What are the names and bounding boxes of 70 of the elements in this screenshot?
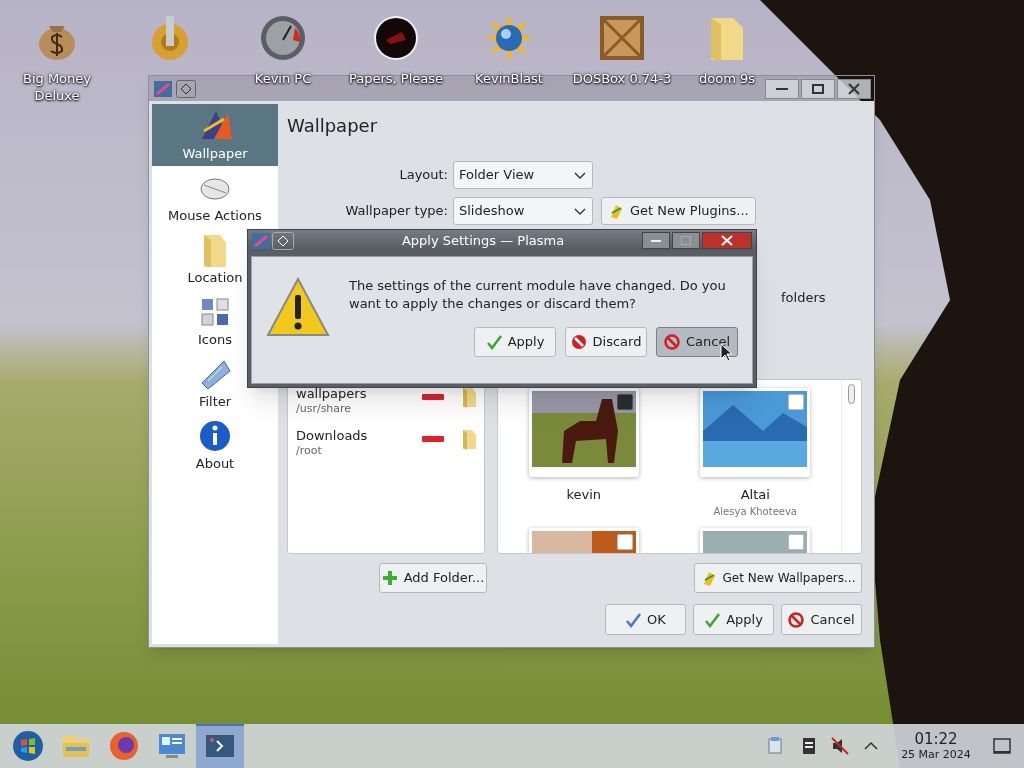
pin-icon[interactable] (272, 231, 294, 250)
field-label: Layout: (398, 166, 449, 185)
cancel-button[interactable]: Cancel (781, 604, 862, 635)
folder-name[interactable]: wallpapers (296, 385, 422, 402)
close-button[interactable] (702, 232, 752, 249)
get-plugins-button[interactable]: Get New Plugins... (601, 197, 756, 225)
horse-photo[interactable] (531, 391, 636, 467)
dropdown[interactable]: Folder View (453, 161, 593, 189)
folder-icon[interactable] (460, 387, 476, 409)
get-wallpapers-button[interactable]: Get New Wallpapers... (694, 563, 862, 593)
maximize-button[interactable] (672, 232, 700, 249)
checkbox[interactable] (788, 534, 805, 550)
close-button[interactable] (837, 78, 871, 99)
sidebar-item[interactable]: Mouse Actions (152, 166, 278, 228)
minimize-button[interactable] (765, 78, 799, 99)
add-folder-button[interactable]: Add Folder... (379, 563, 487, 593)
muted-speaker-icon[interactable] (830, 736, 850, 756)
ok-button[interactable]: OK (605, 604, 686, 635)
close-icon (848, 82, 860, 95)
sidebar-item[interactable]: Wallpaper (152, 104, 278, 166)
maximize-button[interactable] (801, 78, 835, 99)
check-icon (625, 611, 642, 628)
close-icon (721, 235, 733, 246)
minimize-icon (776, 87, 788, 90)
apply-button[interactable]: Apply (693, 604, 774, 635)
folder-name[interactable]: Downloads (296, 427, 422, 444)
crate-icon[interactable] (598, 14, 646, 62)
check-icon (485, 334, 502, 350)
sun-globe-icon[interactable] (485, 14, 533, 62)
cancel-icon (788, 611, 805, 628)
start-orb-icon (12, 730, 44, 762)
download-icon (608, 203, 624, 219)
wallpaper-author: Alesya Khoteeva (713, 505, 797, 518)
gauge-icon[interactable] (259, 14, 307, 62)
check-icon (704, 611, 721, 628)
discard-icon (570, 334, 587, 350)
folder-path: /root (296, 444, 323, 458)
clock[interactable]: 01:22 25 Mar 2024 (888, 731, 984, 761)
clipboard-icon[interactable] (766, 736, 784, 756)
maximize-icon (681, 236, 691, 245)
dropdown[interactable]: Slideshow (453, 197, 593, 225)
discard-button[interactable]: Discard (565, 327, 647, 357)
option-label: folders (781, 290, 826, 305)
minimize-button[interactable] (642, 232, 670, 249)
taskbar-app[interactable] (196, 724, 244, 768)
browser-icon (108, 730, 140, 762)
warning-icon (266, 277, 330, 337)
scrollbar-thumb[interactable] (848, 384, 855, 404)
remove-icon[interactable] (422, 391, 444, 403)
maximize-icon (812, 83, 824, 94)
field-label: Wallpaper type: (344, 202, 449, 221)
info-icon (198, 418, 232, 453)
wallpaper-name: Altai (740, 486, 770, 503)
plus-icon (381, 570, 398, 586)
show-desktop-icon[interactable] (992, 736, 1012, 756)
minimize-icon (651, 239, 661, 242)
cancel-icon (663, 334, 680, 350)
notes-icon[interactable] (800, 736, 818, 756)
dialog-title: Apply Settings — Plasma (400, 231, 566, 250)
dialog-message: The settings of the current module have changed. Do you want to apply the changes or discard them? (349, 277, 727, 313)
page-title: Wallpaper (287, 114, 379, 138)
wallpaper-name: kevin (566, 486, 602, 503)
pin-icon[interactable] (176, 79, 196, 98)
checkbox[interactable] (788, 394, 805, 410)
apply-button[interactable]: Apply (474, 327, 556, 357)
remove-icon[interactable] (422, 433, 444, 445)
folder-path: /usr/share (296, 402, 353, 416)
lake-picture[interactable] (703, 391, 808, 467)
sidebar-item[interactable]: About (152, 414, 278, 476)
dark-disc-icon[interactable] (372, 14, 420, 62)
